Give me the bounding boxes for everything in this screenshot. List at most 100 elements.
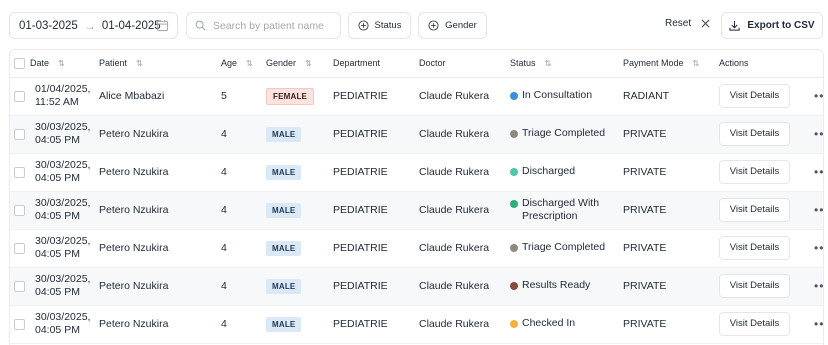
calendar-icon[interactable]	[156, 19, 169, 32]
patient-name: Alice Mbabazi	[99, 77, 210, 116]
status-label: Triage Completed	[522, 241, 606, 254]
visit-details-button[interactable]: Visit Details	[719, 198, 790, 222]
visit-details-button[interactable]: Visit Details	[719, 236, 790, 260]
department: PEDIATRIE	[333, 267, 419, 306]
sort-icon[interactable]: ⇅	[693, 59, 700, 68]
row-checkbox[interactable]	[14, 280, 25, 292]
payment-mode: PRIVATE	[623, 267, 719, 306]
payment-mode: PRIVATE	[623, 229, 719, 268]
visit-details-button[interactable]: Visit Details	[719, 122, 790, 146]
department: PEDIATRIE	[333, 191, 419, 230]
table-row[interactable]: 30/03/2025, 04:05 PM Petero Nzukira 4 MALE PE…	[10, 229, 823, 268]
actions-cell: Visit Details	[719, 229, 804, 268]
department: PEDIATRIE	[333, 153, 419, 192]
sort-icon[interactable]: ⇅	[305, 59, 312, 68]
row-checkbox[interactable]	[14, 128, 25, 140]
patient-name: Petero Nzukira	[99, 305, 210, 344]
sort-icon[interactable]: ⇅	[136, 59, 143, 68]
visit-details-button[interactable]: Visit Details	[719, 274, 790, 298]
visit-details-button[interactable]: Visit Details	[719, 84, 790, 108]
more-horizontal-icon[interactable]: •••	[804, 127, 823, 141]
department: PEDIATRIE	[333, 115, 419, 154]
more-horizontal-icon[interactable]: •••	[804, 317, 823, 331]
doctor: Claude Rukera	[419, 77, 510, 116]
date-cell: 01/04/2025, 11:52 AM	[10, 77, 99, 116]
row-checkbox[interactable]	[14, 166, 25, 178]
sort-icon[interactable]: ⇅	[246, 59, 253, 68]
more-horizontal-icon[interactable]: •••	[804, 89, 823, 103]
patient-name: Petero Nzukira	[99, 115, 210, 154]
column-header-date[interactable]: Date ⇅	[10, 50, 99, 78]
row-checkbox[interactable]	[14, 90, 25, 102]
status-cell: Results Ready	[510, 267, 623, 306]
department: PEDIATRIE	[333, 305, 419, 344]
row-checkbox[interactable]	[14, 242, 25, 254]
visit-date: 30/03/2025,	[35, 310, 91, 323]
doctor: Claude Rukera	[419, 305, 510, 344]
payment-mode: PRIVATE	[623, 305, 719, 344]
visit-time: 04:05 PM	[35, 134, 80, 146]
gender-cell: FEMALE	[266, 77, 333, 116]
more-horizontal-icon[interactable]: •••	[804, 279, 823, 293]
column-header-actions: Actions	[719, 50, 804, 78]
visit-date: 30/03/2025,	[35, 272, 91, 285]
search-box[interactable]	[186, 12, 341, 39]
gender-badge: MALE	[266, 126, 302, 142]
status-cell: Triage Completed	[510, 229, 623, 268]
status-filter-button[interactable]: Status	[348, 12, 411, 39]
column-header-department: Department	[333, 50, 419, 78]
visit-date: 30/03/2025,	[35, 158, 91, 171]
column-header-gender[interactable]: Gender ⇅	[266, 50, 333, 78]
column-header-status[interactable]: Status ⇅	[510, 50, 623, 78]
visit-date: 30/03/2025,	[35, 234, 91, 247]
table-row[interactable]: 30/03/2025, 04:05 PM Petero Nzukira 4 MALE PE…	[10, 191, 823, 230]
gender-badge: MALE	[266, 164, 302, 180]
visit-details-button[interactable]: Visit Details	[719, 160, 790, 184]
date-range-picker[interactable]: 01-03-2025 → 01-04-2025	[9, 12, 178, 39]
more-horizontal-icon[interactable]: •••	[804, 241, 823, 255]
select-all-checkbox[interactable]	[14, 57, 25, 69]
table-row[interactable]: 30/03/2025, 04:05 PM Petero Nzukira 4 MALE PE…	[10, 305, 823, 344]
status-cell: Discharged With Prescription	[510, 191, 623, 230]
more-horizontal-icon[interactable]: •••	[804, 203, 823, 217]
visit-date: 30/03/2025,	[35, 196, 91, 209]
more-cell: •••	[804, 115, 823, 154]
sort-icon[interactable]: ⇅	[58, 59, 65, 68]
date-to[interactable]: 01-04-2025	[102, 20, 161, 32]
status-filter-label: Status	[374, 20, 402, 31]
search-input[interactable]	[213, 19, 333, 32]
export-csv-button[interactable]: Export to CSV	[721, 12, 823, 39]
patient-age: 5	[210, 77, 266, 116]
table-row[interactable]: 01/04/2025, 11:52 AM Alice Mbabazi 5 FEMALE P…	[10, 77, 823, 116]
search-icon	[195, 20, 206, 31]
more-cell: •••	[804, 267, 823, 306]
table-row[interactable]: 30/03/2025, 04:05 PM Petero Nzukira 4 MALE PE…	[10, 153, 823, 192]
more-cell: •••	[804, 305, 823, 344]
reset-button[interactable]: Reset	[665, 18, 710, 29]
department: PEDIATRIE	[333, 229, 419, 268]
status-dot-icon	[510, 282, 518, 291]
row-checkbox[interactable]	[14, 204, 25, 216]
column-header-patient[interactable]: Patient ⇅	[99, 50, 210, 78]
row-checkbox[interactable]	[14, 318, 25, 330]
plus-circle-icon	[428, 20, 439, 31]
table-row[interactable]: 30/03/2025, 04:05 PM Petero Nzukira 4 MALE PE…	[10, 267, 823, 306]
doctor: Claude Rukera	[419, 229, 510, 268]
patient-age: 4	[210, 191, 266, 230]
table-header-row: Date ⇅ Patient ⇅ Age ⇅ Gender ⇅ Department D…	[10, 50, 823, 78]
sort-icon[interactable]: ⇅	[545, 59, 552, 68]
visit-time: 11:52 AM	[35, 96, 79, 108]
gender-filter-button[interactable]: Gender	[418, 12, 487, 39]
date-from[interactable]: 01-03-2025	[19, 20, 78, 32]
visit-time: 04:05 PM	[35, 172, 80, 184]
status-label: Results Ready	[522, 279, 591, 292]
table-row[interactable]: 30/03/2025, 04:05 PM Petero Nzukira 4 MALE PE…	[10, 115, 823, 154]
visit-details-button[interactable]: Visit Details	[719, 312, 790, 336]
column-header-payment-mode[interactable]: Payment Mode ⇅	[623, 50, 719, 78]
table-body: 01/04/2025, 11:52 AM Alice Mbabazi 5 FEMALE P…	[10, 77, 823, 344]
actions-cell: Visit Details	[719, 77, 804, 116]
more-horizontal-icon[interactable]: •••	[804, 165, 823, 179]
status-label: Discharged With	[522, 196, 600, 209]
column-header-age[interactable]: Age ⇅	[210, 50, 266, 78]
gender-badge: FEMALE	[266, 87, 315, 105]
